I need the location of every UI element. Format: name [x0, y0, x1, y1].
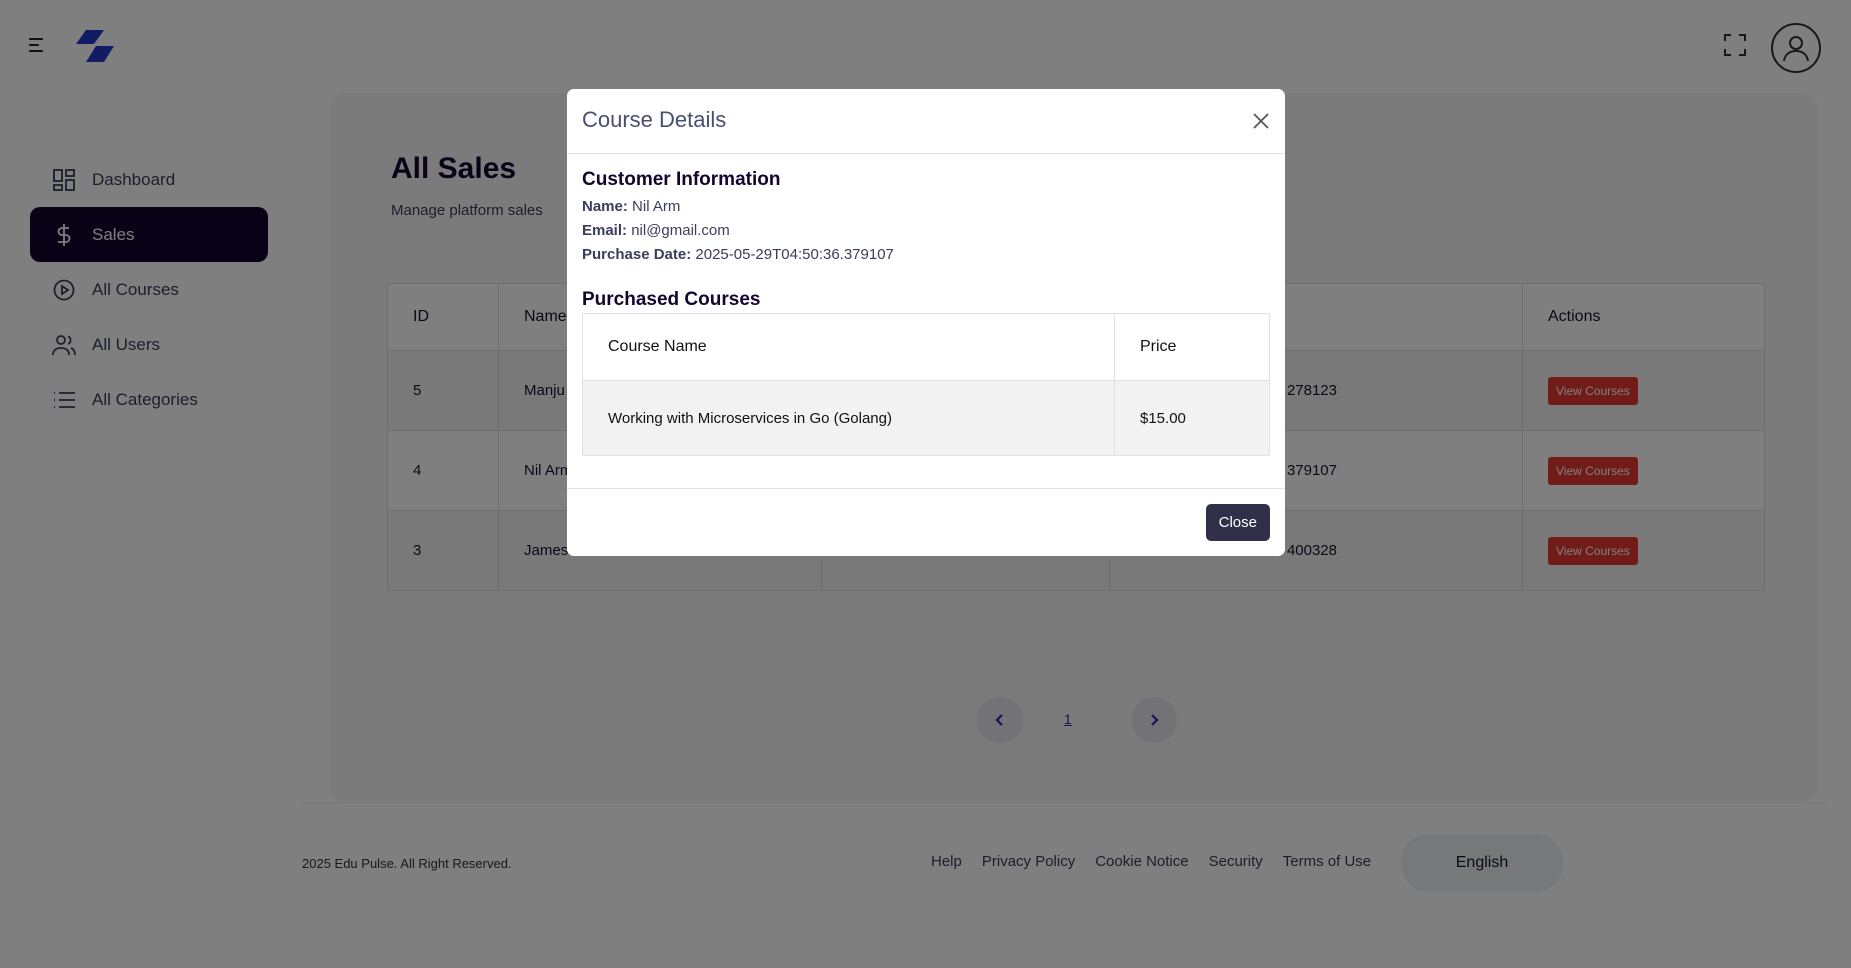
purchase-date-label: Purchase Date:: [582, 246, 692, 263]
modal-footer: Close: [567, 488, 1285, 556]
cell-price: $15.00: [1114, 380, 1270, 456]
purchased-courses-table: Course Name Price Working with Microserv…: [582, 313, 1270, 456]
table-row: Working with Microservices in Go (Golang…: [582, 380, 1270, 456]
purchase-date-value: 2025-05-29T04:50:36.379107: [695, 246, 894, 263]
customer-name: Name: Nil Arm: [582, 198, 1270, 215]
customer-info-heading: Customer Information: [582, 169, 781, 190]
modal-title: Course Details: [582, 107, 727, 132]
course-details-modal: Course Details Customer Information Name…: [567, 89, 1285, 556]
customer-name-value: Nil Arm: [632, 198, 681, 215]
customer-name-label: Name:: [582, 198, 628, 215]
customer-email-value: nil@gmail.com: [631, 222, 730, 239]
purchase-date: Purchase Date: 2025-05-29T04:50:36.37910…: [582, 246, 1270, 263]
column-header-course-name: Course Name: [582, 313, 1115, 381]
modal-header: Course Details: [567, 89, 1285, 154]
table-header-row: Course Name Price: [582, 313, 1270, 381]
customer-email: Email: nil@gmail.com: [582, 222, 1270, 239]
column-header-price: Price: [1114, 313, 1270, 381]
close-button[interactable]: Close: [1205, 504, 1270, 541]
customer-email-label: Email:: [582, 222, 628, 239]
cell-course-name: Working with Microservices in Go (Golang…: [582, 380, 1115, 456]
close-icon[interactable]: [1251, 111, 1271, 131]
modal-body: Customer Information Name: Nil Arm Email…: [567, 154, 1285, 456]
purchased-courses-heading: Purchased Courses: [582, 289, 761, 310]
